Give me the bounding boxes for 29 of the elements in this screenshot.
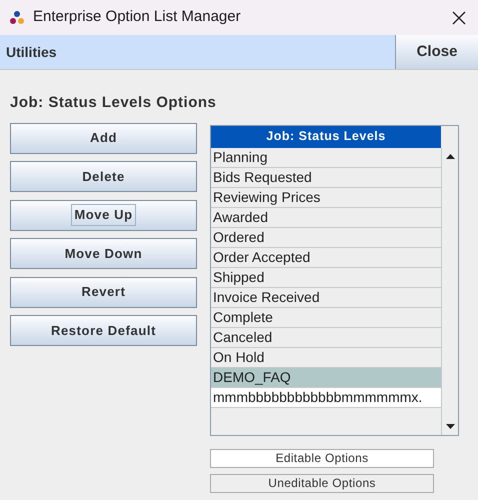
list-row[interactable]: Awarded xyxy=(211,208,441,228)
column-header[interactable]: Job: Status Levels xyxy=(211,126,441,148)
utilities-menu[interactable]: Utilities xyxy=(6,42,57,62)
legend-item: Editable Options xyxy=(210,448,434,468)
list-row[interactable]: Order Accepted xyxy=(211,248,441,268)
action-button[interactable]: Move Down xyxy=(10,238,197,269)
app-logo-icon xyxy=(9,10,25,26)
list-row[interactable]: mmmbbbbbbbbbbbbmmmmmmx. xyxy=(211,388,441,408)
list-row[interactable]: Planning xyxy=(211,148,441,168)
list-row[interactable]: Ordered xyxy=(211,228,441,248)
action-button[interactable]: Delete xyxy=(10,161,197,192)
list-row[interactable]: Canceled xyxy=(211,328,441,348)
close-icon[interactable] xyxy=(452,10,466,24)
list-row[interactable]: Shipped xyxy=(211,268,441,288)
action-button[interactable]: Move Up xyxy=(10,200,197,230)
list-row[interactable]: Complete xyxy=(211,308,441,328)
legend-item: Uneditable Options xyxy=(210,474,434,492)
section-heading: Job: Status Levels Options xyxy=(10,93,216,113)
list-row[interactable]: Reviewing Prices xyxy=(211,188,441,208)
close-button[interactable]: Close xyxy=(395,35,478,69)
action-button[interactable]: Revert xyxy=(10,276,197,308)
list-row[interactable]: On Hold xyxy=(211,348,441,368)
action-button[interactable]: Add xyxy=(10,122,197,154)
list-row[interactable]: DEMO_FAQ xyxy=(211,368,441,388)
list-row[interactable]: Invoice Received xyxy=(211,288,441,308)
window-title: Enterprise Option List Manager xyxy=(33,7,241,28)
list-row[interactable]: Bids Requested xyxy=(211,168,441,188)
action-button[interactable]: Restore Default xyxy=(10,315,197,346)
scrollbar[interactable] xyxy=(441,148,458,434)
